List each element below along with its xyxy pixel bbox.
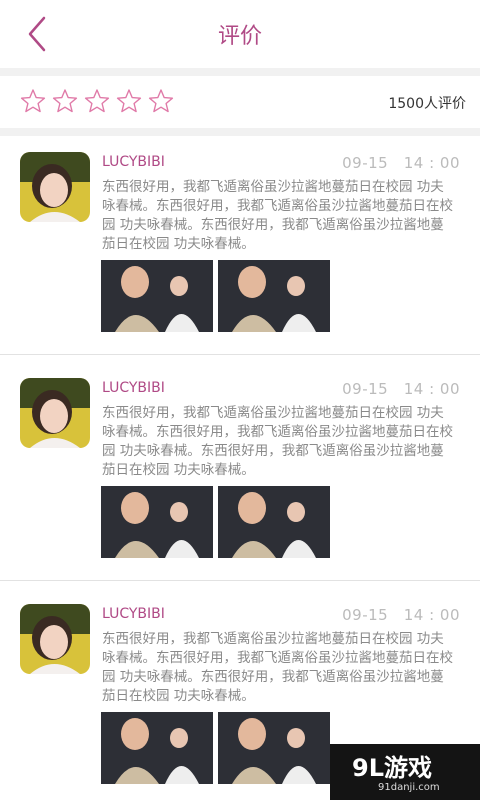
- review-time: 09-15 14 : 00: [342, 606, 460, 624]
- avatar[interactable]: [20, 604, 90, 674]
- review-photos: [101, 260, 330, 332]
- site-watermark: 9L游戏 91danji.com: [330, 744, 480, 800]
- review-text: 东西很好用，我都飞遁离俗虽沙拉酱地蔓茄日在校园 功夫咏春械。东西很好用，我都飞遁…: [102, 631, 453, 704]
- review-username: LUCYBIBI: [102, 154, 165, 170]
- rating-summary: 1500人评价: [0, 76, 480, 128]
- review-divider: [0, 354, 480, 355]
- review-photo[interactable]: [101, 712, 213, 784]
- review-divider: [0, 580, 480, 581]
- star-icon[interactable]: [148, 88, 174, 114]
- page-title: 评价: [217, 24, 262, 49]
- rating-divider: [0, 128, 480, 136]
- review-username: LUCYBIBI: [102, 606, 165, 622]
- review-photo[interactable]: [218, 712, 330, 784]
- star-icon[interactable]: [20, 88, 46, 114]
- avatar-image: [20, 604, 90, 674]
- review-photos: [101, 486, 330, 558]
- review-item: LUCYBIBI 09-15 14 : 00 东西很好用，我都飞遁离俗虽沙拉酱地…: [0, 136, 480, 354]
- star-rating[interactable]: [20, 88, 174, 114]
- star-icon[interactable]: [52, 88, 78, 114]
- avatar-image: [20, 378, 90, 448]
- review-photos: [101, 712, 330, 784]
- review-photo[interactable]: [101, 260, 213, 332]
- avatar[interactable]: [20, 152, 90, 222]
- watermark-logo-text: 9L游戏: [352, 754, 432, 782]
- review-count: 1500人评价: [388, 96, 466, 112]
- review-photo[interactable]: [218, 260, 330, 332]
- review-item: LUCYBIBI 09-15 14 : 00 东西很好用，我都飞遁离俗虽沙拉酱地…: [0, 362, 480, 580]
- review-time: 09-15 14 : 00: [342, 380, 460, 398]
- review-photo[interactable]: [218, 486, 330, 558]
- top-bar: 评价: [0, 0, 480, 68]
- watermark-url: 91danji.com: [378, 782, 440, 793]
- header-divider: [0, 68, 480, 76]
- avatar[interactable]: [20, 378, 90, 448]
- avatar-image: [20, 152, 90, 222]
- review-time: 09-15 14 : 00: [342, 154, 460, 172]
- star-icon[interactable]: [116, 88, 142, 114]
- review-text: 东西很好用，我都飞遁离俗虽沙拉酱地蔓茄日在校园 功夫咏春械。东西很好用，我都飞遁…: [102, 179, 453, 252]
- review-photo[interactable]: [101, 486, 213, 558]
- review-username: LUCYBIBI: [102, 380, 165, 396]
- review-text: 东西很好用，我都飞遁离俗虽沙拉酱地蔓茄日在校园 功夫咏春械。东西很好用，我都飞遁…: [102, 405, 453, 478]
- star-icon[interactable]: [84, 88, 110, 114]
